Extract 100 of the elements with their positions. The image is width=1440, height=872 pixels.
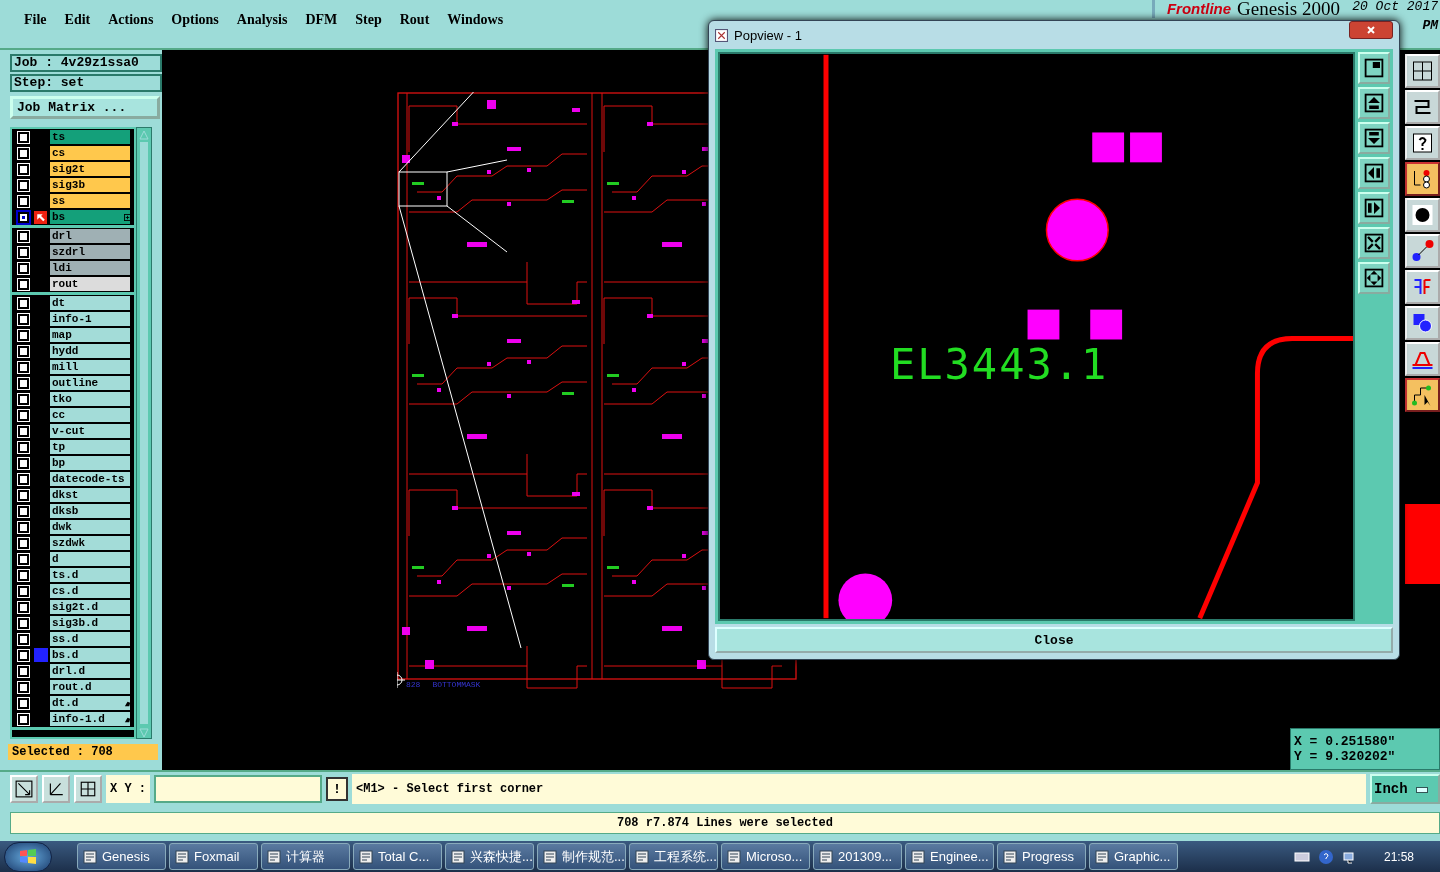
layer-name[interactable]: szdrl	[50, 245, 130, 259]
layer-name[interactable]: szdwk	[50, 536, 130, 550]
layer-checkbox[interactable]	[17, 211, 29, 223]
menu-item[interactable]: Step	[355, 12, 382, 28]
layer-checkbox[interactable]	[17, 569, 29, 581]
tool-button[interactable]	[10, 775, 38, 803]
layer-checkbox[interactable]	[17, 377, 29, 389]
taskbar-item[interactable]: Progress	[997, 843, 1086, 870]
layer-name[interactable]: tko	[50, 392, 130, 406]
layer-checkbox[interactable]	[17, 617, 29, 629]
layer-name[interactable]: mill	[50, 360, 130, 374]
layer-name[interactable]: hydd	[50, 344, 130, 358]
layer-checkbox[interactable]	[17, 195, 29, 207]
view-button[interactable]	[1358, 192, 1390, 224]
layer-checkbox[interactable]	[17, 246, 29, 258]
layer-checkbox[interactable]	[17, 147, 29, 159]
menu-item[interactable]: Edit	[64, 12, 91, 28]
help-icon[interactable]	[1317, 848, 1334, 865]
layer-checkbox[interactable]	[17, 553, 29, 565]
taskbar-item[interactable]: Graphic...	[1089, 843, 1178, 870]
taskbar-item[interactable]: Genesis	[77, 843, 166, 870]
execute-button[interactable]: !	[326, 777, 348, 801]
taskbar-item[interactable]: Enginee...	[905, 843, 994, 870]
layer-checkbox[interactable]	[17, 713, 29, 725]
taskbar-item[interactable]: 工程系统...	[629, 843, 718, 870]
taskbar-item[interactable]: Total C...	[353, 843, 442, 870]
menu-item[interactable]: DFM	[305, 12, 338, 28]
view-button[interactable]	[1358, 122, 1390, 154]
layer-checkbox[interactable]	[17, 601, 29, 613]
layer-name[interactable]: outline	[50, 376, 130, 390]
layer-name[interactable]: dt	[50, 296, 130, 310]
layer-checkbox[interactable]	[17, 457, 29, 469]
taskbar-item[interactable]: Microso...	[721, 843, 810, 870]
layer-checkbox[interactable]	[17, 361, 29, 373]
layer-name[interactable]: drl	[50, 229, 130, 243]
close-button[interactable]	[1349, 21, 1393, 39]
view-button[interactable]	[1358, 87, 1390, 119]
job-matrix-button[interactable]: Job Matrix ...	[10, 96, 160, 119]
layer-name[interactable]: rout	[50, 277, 130, 291]
toolbar-button[interactable]	[1405, 378, 1440, 412]
layer-checkbox[interactable]	[17, 505, 29, 517]
layer-checkbox[interactable]	[17, 262, 29, 274]
tool-button[interactable]	[74, 775, 102, 803]
layer-checkbox[interactable]	[17, 585, 29, 597]
layer-name[interactable]: dkst	[50, 488, 130, 502]
layer-name[interactable]: info-1.d	[50, 712, 130, 726]
view-button[interactable]	[1358, 157, 1390, 189]
layer-checkbox[interactable]	[17, 633, 29, 645]
layer-checkbox[interactable]	[17, 313, 29, 325]
taskbar-item[interactable]: 201309...	[813, 843, 902, 870]
layer-name[interactable]: cc	[50, 408, 130, 422]
menu-item[interactable]: Options	[171, 12, 219, 28]
layer-checkbox[interactable]	[17, 163, 29, 175]
layer-name[interactable]: sig2t	[50, 162, 130, 176]
layer-checkbox[interactable]	[17, 230, 29, 242]
view-button[interactable]	[1358, 227, 1390, 259]
layer-checkbox[interactable]	[17, 409, 29, 421]
layer-name[interactable]: dt.d	[50, 696, 130, 710]
menu-item[interactable]: File	[24, 12, 47, 28]
layer-checkbox[interactable]	[17, 489, 29, 501]
layer-name[interactable]: cs.d	[50, 584, 130, 598]
units-dropdown[interactable]: Inch	[1370, 774, 1440, 804]
layer-name[interactable]: sig2t.d	[50, 600, 130, 614]
taskbar-item[interactable]: 制作规范...	[537, 843, 626, 870]
menu-item[interactable]: Analysis	[236, 12, 288, 28]
layer-checkbox[interactable]	[17, 179, 29, 191]
layer-checkbox[interactable]	[17, 697, 29, 709]
layer-checkbox[interactable]	[17, 329, 29, 341]
layer-checkbox[interactable]	[17, 473, 29, 485]
layer-name[interactable]: sig3b.d	[50, 616, 130, 630]
layer-checkbox[interactable]	[17, 537, 29, 549]
menu-item[interactable]: Windows	[447, 12, 504, 28]
layer-name[interactable]: drl.d	[50, 664, 130, 678]
layer-name[interactable]: sig3b	[50, 178, 130, 192]
layer-checkbox[interactable]	[17, 425, 29, 437]
layer-name[interactable]: ldi	[50, 261, 130, 275]
layer-name[interactable]: ts.d	[50, 568, 130, 582]
layer-name[interactable]: datecode-ts	[50, 472, 130, 486]
layer-name[interactable]: rout.d	[50, 680, 130, 694]
layer-name[interactable]: bs.d	[50, 648, 130, 662]
layer-name[interactable]: dksb	[50, 504, 130, 518]
layer-checkbox[interactable]	[17, 521, 29, 533]
layer-name[interactable]: d	[50, 552, 130, 566]
layer-checkbox[interactable]	[17, 345, 29, 357]
taskbar-item[interactable]: 计算器	[261, 843, 350, 870]
layer-checkbox[interactable]	[17, 665, 29, 677]
toolbar-button[interactable]	[1405, 162, 1440, 196]
layer-checkbox[interactable]	[17, 278, 29, 290]
layer-checkbox[interactable]	[17, 441, 29, 453]
layer-name[interactable]: ss.d	[50, 632, 130, 646]
layer-name[interactable]: dwk	[50, 520, 130, 534]
layer-checkbox[interactable]	[17, 681, 29, 693]
layer-checkbox[interactable]	[17, 649, 29, 661]
layer-name[interactable]: tp	[50, 440, 130, 454]
menu-item[interactable]: Actions	[108, 12, 154, 28]
layer-name[interactable]: info-1	[50, 312, 130, 326]
menu-item[interactable]: Rout	[399, 12, 430, 28]
view-button[interactable]	[1358, 262, 1390, 294]
tool-button[interactable]	[42, 775, 70, 803]
view-button[interactable]	[1358, 52, 1390, 84]
